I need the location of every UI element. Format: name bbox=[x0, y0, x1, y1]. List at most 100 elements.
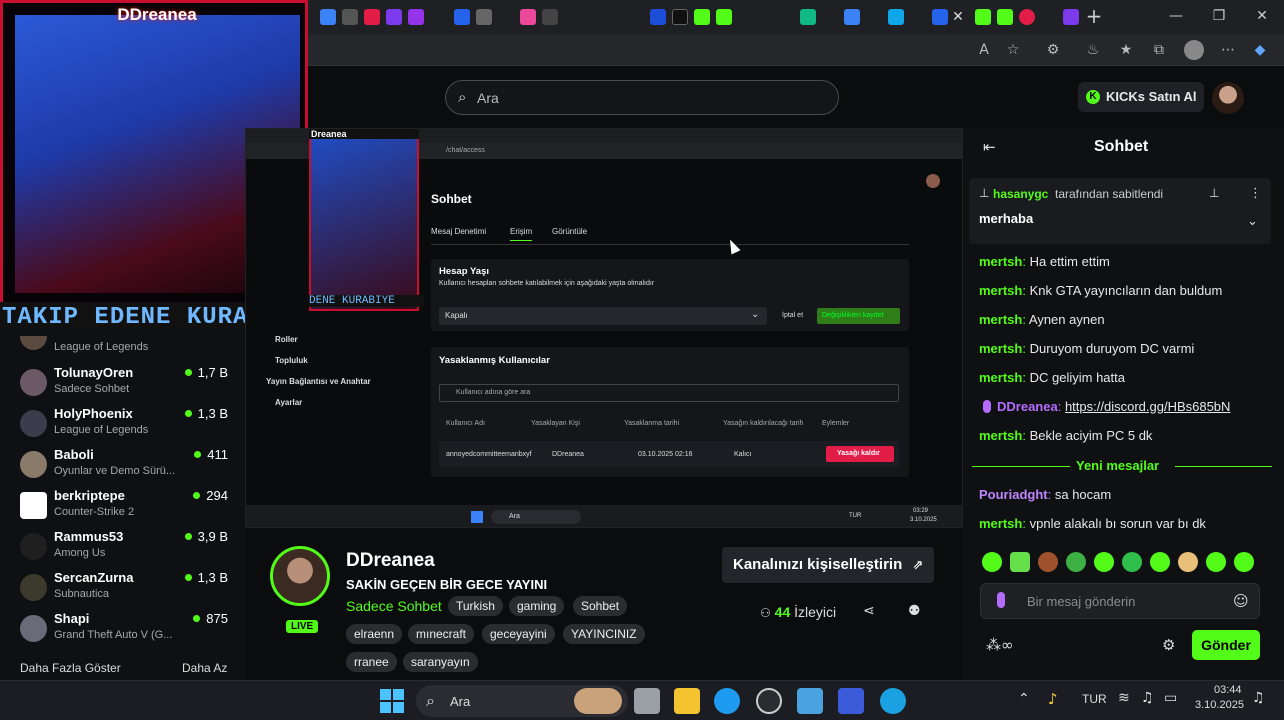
profile-avatar[interactable] bbox=[1184, 40, 1204, 60]
emote-icon[interactable] bbox=[1234, 552, 1254, 572]
favorites-icon[interactable]: ★ bbox=[1118, 42, 1134, 58]
new-tab-icon[interactable]: + bbox=[1080, 6, 1108, 26]
notification-icon[interactable]: ♫ bbox=[1252, 690, 1265, 706]
chat-username[interactable]: mertsh bbox=[979, 516, 1022, 531]
emoji-icon[interactable]: ☺ bbox=[1233, 592, 1249, 610]
emote-icon[interactable] bbox=[1010, 552, 1030, 572]
channel-item[interactable]: SercanZurna Subnautica 1,3 B bbox=[20, 570, 240, 610]
tab-icon[interactable] bbox=[650, 9, 666, 25]
tab-icon[interactable] bbox=[932, 9, 948, 25]
read-aloud-icon[interactable]: A bbox=[976, 42, 992, 58]
emote-icon[interactable] bbox=[982, 552, 1002, 572]
tab-icon[interactable] bbox=[1019, 9, 1035, 25]
show-more-link[interactable]: Daha Fazla Göster bbox=[20, 661, 121, 675]
kicks-points-icon[interactable]: ⁂∞ bbox=[986, 636, 1014, 654]
channel-item[interactable]: HolyPhoenix League of Legends 1,3 B bbox=[20, 406, 240, 446]
stream-tag[interactable]: Turkish bbox=[448, 596, 503, 616]
tab-icon[interactable] bbox=[975, 9, 991, 25]
chevron-down-icon[interactable]: ⌄ bbox=[1247, 214, 1258, 229]
tab-icon[interactable] bbox=[408, 9, 424, 25]
chat-input[interactable]: Bir mesaj gönderin ☺ bbox=[980, 583, 1260, 619]
emote-icon[interactable] bbox=[1122, 552, 1142, 572]
tab-icon[interactable] bbox=[476, 9, 492, 25]
copilot-icon[interactable]: ◆ bbox=[1252, 42, 1268, 58]
channel-item[interactable]: TolunayOren Sadece Sohbet 1,7 B bbox=[20, 365, 240, 405]
favorite-star-icon[interactable]: ☆ bbox=[1005, 42, 1021, 58]
tab-icon[interactable] bbox=[542, 9, 558, 25]
channel-item[interactable]: Rammus53 Among Us 3,9 B bbox=[20, 529, 240, 569]
app-icon[interactable] bbox=[838, 688, 864, 714]
task-view-icon[interactable] bbox=[634, 688, 660, 714]
tab-icon[interactable] bbox=[342, 9, 358, 25]
share-icon[interactable]: ⋖ bbox=[863, 603, 875, 619]
chat-username[interactable]: mertsh bbox=[979, 370, 1022, 385]
more-options-icon[interactable]: ⋮ bbox=[1249, 186, 1262, 201]
chat-username[interactable]: mertsh bbox=[979, 254, 1022, 269]
unpin-icon[interactable]: ⊥ bbox=[1209, 186, 1219, 200]
streamer-name[interactable]: DDreanea bbox=[346, 550, 435, 572]
tab-icon[interactable] bbox=[386, 9, 402, 25]
stream-tag[interactable]: gaming bbox=[509, 596, 565, 616]
stream-category[interactable]: Sadece Sohbet bbox=[346, 598, 442, 614]
search-bar[interactable]: ⌕ Ara bbox=[445, 80, 839, 115]
chat-username[interactable]: Pouriadght bbox=[979, 487, 1048, 502]
maximize-icon[interactable]: ❐ bbox=[1205, 6, 1233, 26]
collapse-chat-icon[interactable]: ⇤ bbox=[983, 138, 996, 156]
windows-start-icon[interactable] bbox=[380, 689, 404, 713]
tab-icon[interactable] bbox=[1063, 9, 1079, 25]
wifi-icon[interactable]: ≋ bbox=[1118, 690, 1130, 706]
stream-tag[interactable]: elraenn bbox=[346, 624, 403, 644]
chat-link[interactable]: https://discord.gg/HBs685bN bbox=[1065, 399, 1230, 414]
stream-tag[interactable]: YAYINCINIZ bbox=[563, 624, 645, 644]
channel-item[interactable]: berkriptepe Counter-Strike 2 294 bbox=[20, 488, 240, 528]
user-avatar[interactable] bbox=[1212, 82, 1244, 114]
customize-channel-button[interactable]: Kanalınızı kişiselleştirin ⇗ bbox=[722, 547, 934, 583]
edge-browser-icon[interactable] bbox=[714, 688, 740, 714]
stream-tag[interactable]: Sohbet bbox=[573, 596, 628, 616]
tab-icon[interactable] bbox=[520, 9, 536, 25]
emote-icon[interactable] bbox=[1178, 552, 1198, 572]
channel-item[interactable]: Shapi Grand Theft Auto V (G... 875 bbox=[20, 611, 240, 651]
language-indicator[interactable]: TUR bbox=[1082, 692, 1107, 706]
extensions-icon[interactable]: ⚙ bbox=[1045, 42, 1061, 58]
banned-search[interactable]: Kullanıcı adına göre ara bbox=[439, 384, 899, 402]
tab-icon[interactable] bbox=[694, 9, 710, 25]
tab-icon[interactable] bbox=[888, 9, 904, 25]
tab-icon[interactable] bbox=[716, 9, 732, 25]
stream-tag[interactable]: rranee bbox=[346, 652, 397, 672]
streamer-avatar[interactable] bbox=[270, 546, 330, 606]
more-menu-icon[interactable]: ⋯ bbox=[1220, 42, 1236, 58]
add-user-icon[interactable]: ⚉ bbox=[908, 603, 921, 619]
emote-icon[interactable] bbox=[1150, 552, 1170, 572]
tab-icon[interactable] bbox=[997, 9, 1013, 25]
tab-icon[interactable] bbox=[672, 9, 688, 25]
account-age-select[interactable]: Kapalı ⌄ bbox=[439, 307, 767, 325]
channel-item[interactable]: Baboli Oyunlar ve Demo Sürü... 411 bbox=[20, 447, 240, 487]
save-button[interactable]: Değişiklikleri kaydet bbox=[817, 308, 900, 324]
chat-username[interactable]: mertsh bbox=[979, 428, 1022, 443]
clock-time[interactable]: 03:44 bbox=[1214, 684, 1242, 696]
cancel-button[interactable]: İptal et bbox=[782, 312, 803, 319]
chat-username[interactable]: DDreanea bbox=[997, 399, 1058, 414]
split-screen-icon[interactable]: ♨ bbox=[1085, 42, 1101, 58]
minimize-icon[interactable]: — bbox=[1162, 6, 1190, 26]
chevron-up-icon[interactable]: ⌃ bbox=[1018, 691, 1030, 707]
close-tab-icon[interactable]: ✕ bbox=[950, 9, 966, 25]
tab-icon[interactable] bbox=[454, 9, 470, 25]
send-button[interactable]: Gönder bbox=[1192, 630, 1260, 660]
clock-date[interactable]: 3.10.2025 bbox=[1195, 699, 1244, 711]
tab-icon[interactable] bbox=[320, 9, 336, 25]
tab-icon[interactable] bbox=[844, 9, 860, 25]
unban-button[interactable]: Yasağı kaldır bbox=[826, 446, 894, 462]
stream-tag[interactable]: mınecraft bbox=[408, 624, 475, 644]
emote-icon[interactable] bbox=[1206, 552, 1226, 572]
browser-icon[interactable] bbox=[880, 688, 906, 714]
file-explorer-icon[interactable] bbox=[674, 688, 700, 714]
buy-kicks-button[interactable]: K KICKs Satın Al bbox=[1078, 82, 1204, 112]
close-window-icon[interactable]: ✕ bbox=[1248, 6, 1276, 26]
taskbar-search[interactable]: ⌕ Ara bbox=[416, 685, 628, 717]
emote-icon[interactable] bbox=[1066, 552, 1086, 572]
battery-icon[interactable]: ▭ bbox=[1164, 690, 1177, 706]
tab-icon[interactable] bbox=[364, 9, 380, 25]
chat-settings-gear-icon[interactable]: ⚙ bbox=[1162, 636, 1175, 654]
